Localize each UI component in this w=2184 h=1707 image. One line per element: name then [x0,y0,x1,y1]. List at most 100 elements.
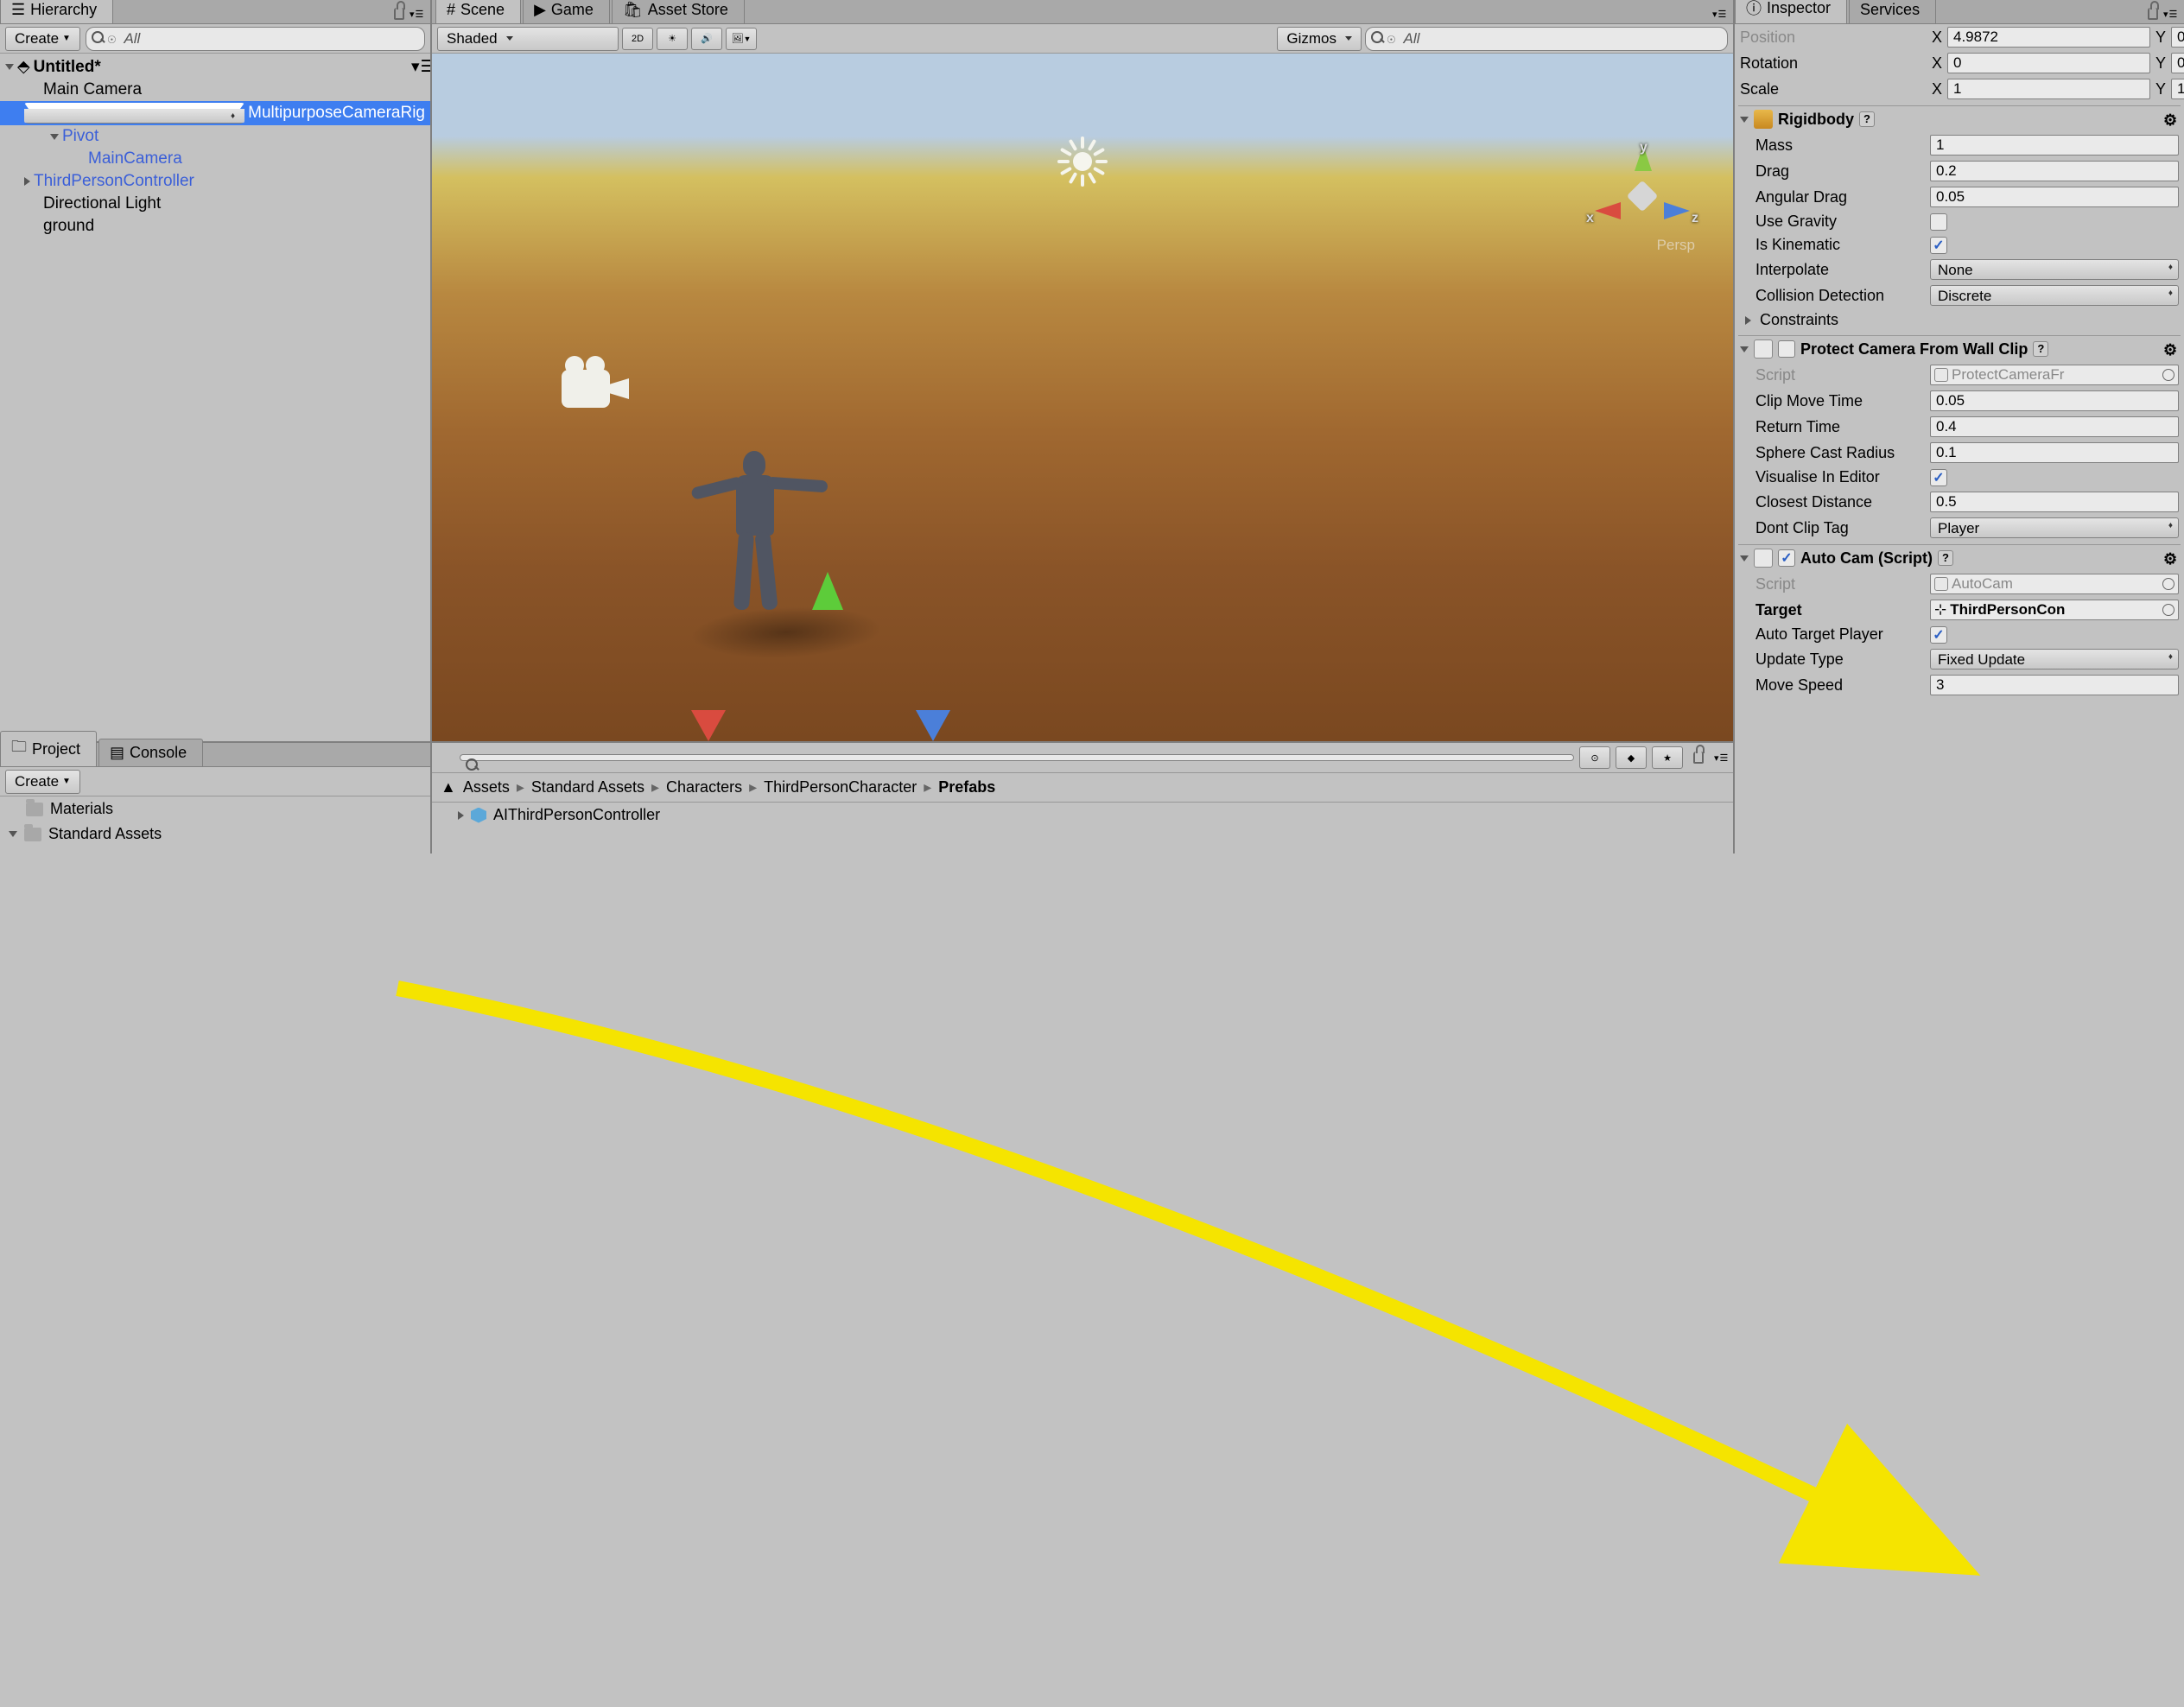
perspective-label[interactable]: Persp [1657,237,1695,254]
tab-scene[interactable]: #Scene [435,0,521,23]
hier-third-person-controller[interactable]: ThirdPersonController [0,170,430,193]
hier-pivot-camera[interactable]: MainCamera [0,148,430,170]
tab-game[interactable]: ▶Game [523,0,610,23]
scale-x[interactable] [1947,79,2150,99]
component-auto-cam[interactable]: Auto Cam (Script) ? ⚙ [1738,544,2181,571]
component-rigidbody[interactable]: Rigidbody ? ⚙ [1738,105,2181,132]
scale-y[interactable] [2171,79,2184,99]
object-picker-icon[interactable] [2162,369,2174,381]
tab-asset-store[interactable]: 🛍Asset Store [612,0,745,23]
angular-drag-field[interactable] [1930,187,2179,207]
object-picker-icon[interactable] [2162,578,2174,590]
shading-dropdown[interactable]: Shaded [437,27,619,51]
gear-icon[interactable]: ⚙ [2163,341,2179,357]
transform-gizmo-y[interactable] [812,572,843,610]
project-search[interactable] [460,754,1574,761]
foldout-icon[interactable] [458,811,464,820]
hier-main-camera[interactable]: Main Camera [0,79,430,101]
audio-toggle[interactable]: 🔊 [691,28,722,50]
component-enable-checkbox[interactable] [1778,340,1795,358]
hier-ground[interactable]: ground [0,215,430,238]
foldout-icon[interactable] [1745,316,1751,325]
position-x[interactable] [1947,27,2150,48]
rotation-y[interactable] [2171,53,2184,73]
save-search-icon[interactable]: ★ [1652,746,1683,769]
fx-toggle[interactable]: 🖼▼ [726,28,757,50]
foldout-icon[interactable] [9,831,17,837]
foldout-icon[interactable] [1740,555,1749,562]
breadcrumb-item[interactable]: Characters [666,778,742,796]
gear-icon[interactable]: ⚙ [2163,550,2179,566]
gizmos-dropdown[interactable]: Gizmos [1277,27,1362,51]
rotation-x[interactable] [1947,53,2150,73]
use-gravity-checkbox[interactable] [1930,213,1947,231]
breadcrumb-item[interactable]: Prefabs [938,778,995,796]
visualise-checkbox[interactable] [1930,469,1947,486]
foldout-icon[interactable] [24,103,244,124]
return-time-field[interactable] [1930,416,2179,437]
folder-materials[interactable]: Materials [0,796,430,822]
directional-light-gizmo[interactable] [1061,140,1104,183]
2d-toggle[interactable]: 2D [622,28,653,50]
move-speed-field[interactable] [1930,675,2179,695]
tab-console[interactable]: ▤ Console [98,739,203,766]
lock-icon[interactable] [1693,752,1704,764]
update-type-dropdown[interactable]: Fixed Update [1930,649,2179,669]
foldout-icon[interactable] [1740,346,1749,352]
lighting-toggle[interactable]: ☀ [657,28,688,50]
project-create-button[interactable]: Create ▼ [5,770,80,794]
filter-type-icon[interactable]: ◆ [1616,746,1647,769]
hier-directional-light[interactable]: Directional Light [0,193,430,215]
panel-menu-icon[interactable]: ▾☰ [1714,752,1728,764]
transform-gizmo-x[interactable] [691,710,726,741]
dont-clip-tag-dropdown[interactable]: Player [1930,517,2179,538]
interpolate-dropdown[interactable]: None [1930,259,2179,280]
character-mesh[interactable] [691,451,829,632]
transform-gizmo-z[interactable] [916,710,950,741]
folder-standard-assets[interactable]: Standard Assets [0,822,430,847]
foldout-icon[interactable] [50,134,59,140]
lock-icon[interactable] [394,8,404,20]
auto-target-checkbox[interactable] [1930,626,1947,644]
scene-root[interactable]: ⬘ Untitled* ▾☰ [0,55,430,79]
foldout-icon[interactable] [24,177,30,186]
script-field[interactable]: ProtectCameraFr [1930,365,2179,385]
foldout-icon[interactable] [5,64,14,70]
breadcrumb-item[interactable]: Standard Assets [531,778,644,796]
orientation-gizmo[interactable]: y x z [1586,140,1698,252]
drag-field[interactable] [1930,161,2179,181]
panel-menu-icon[interactable]: ▾☰ [1712,9,1726,20]
component-enable-checkbox[interactable] [1778,549,1795,567]
constraints-row[interactable]: Constraints [1738,308,2181,332]
filter-icon[interactable]: ⊙ [1579,746,1610,769]
gear-icon[interactable]: ⚙ [2163,111,2179,127]
scene-search[interactable]: ☉ All [1365,27,1728,51]
help-icon[interactable]: ? [1938,550,1953,566]
sphere-cast-radius-field[interactable] [1930,442,2179,463]
tab-hierarchy[interactable]: ☰ Hierarchy [0,0,113,23]
position-y[interactable] [2171,27,2184,48]
closest-distance-field[interactable] [1930,492,2179,512]
object-picker-icon[interactable] [2162,604,2174,616]
script-field[interactable]: AutoCam [1930,574,2179,594]
collision-dropdown[interactable]: Discrete [1930,285,2179,306]
help-icon[interactable]: ? [2033,341,2048,357]
lock-icon[interactable] [2148,8,2158,20]
panel-menu-icon[interactable]: ▾☰ [410,9,423,20]
bc-scroll-left[interactable]: ▲ [441,778,456,796]
mass-field[interactable] [1930,135,2179,155]
scene-menu-icon[interactable]: ▾☰ [411,57,425,77]
hier-pivot[interactable]: Pivot [0,125,430,148]
tab-inspector[interactable]: ⓘInspector [1735,0,1847,23]
help-icon[interactable]: ? [1859,111,1875,127]
tab-services[interactable]: Services [1849,0,1936,23]
scene-viewport[interactable]: y x z Persp [432,54,1733,741]
hierarchy-search[interactable]: ☉ All [86,27,425,51]
foldout-icon[interactable] [1740,117,1749,123]
tab-project[interactable]: 🗀 Project [0,731,97,766]
asset-item[interactable]: AIThirdPersonController [432,803,1733,828]
is-kinematic-checkbox[interactable] [1930,237,1947,254]
camera-gizmo[interactable] [562,361,639,413]
create-button[interactable]: Create ▼ [5,27,80,51]
clip-move-time-field[interactable] [1930,390,2179,411]
